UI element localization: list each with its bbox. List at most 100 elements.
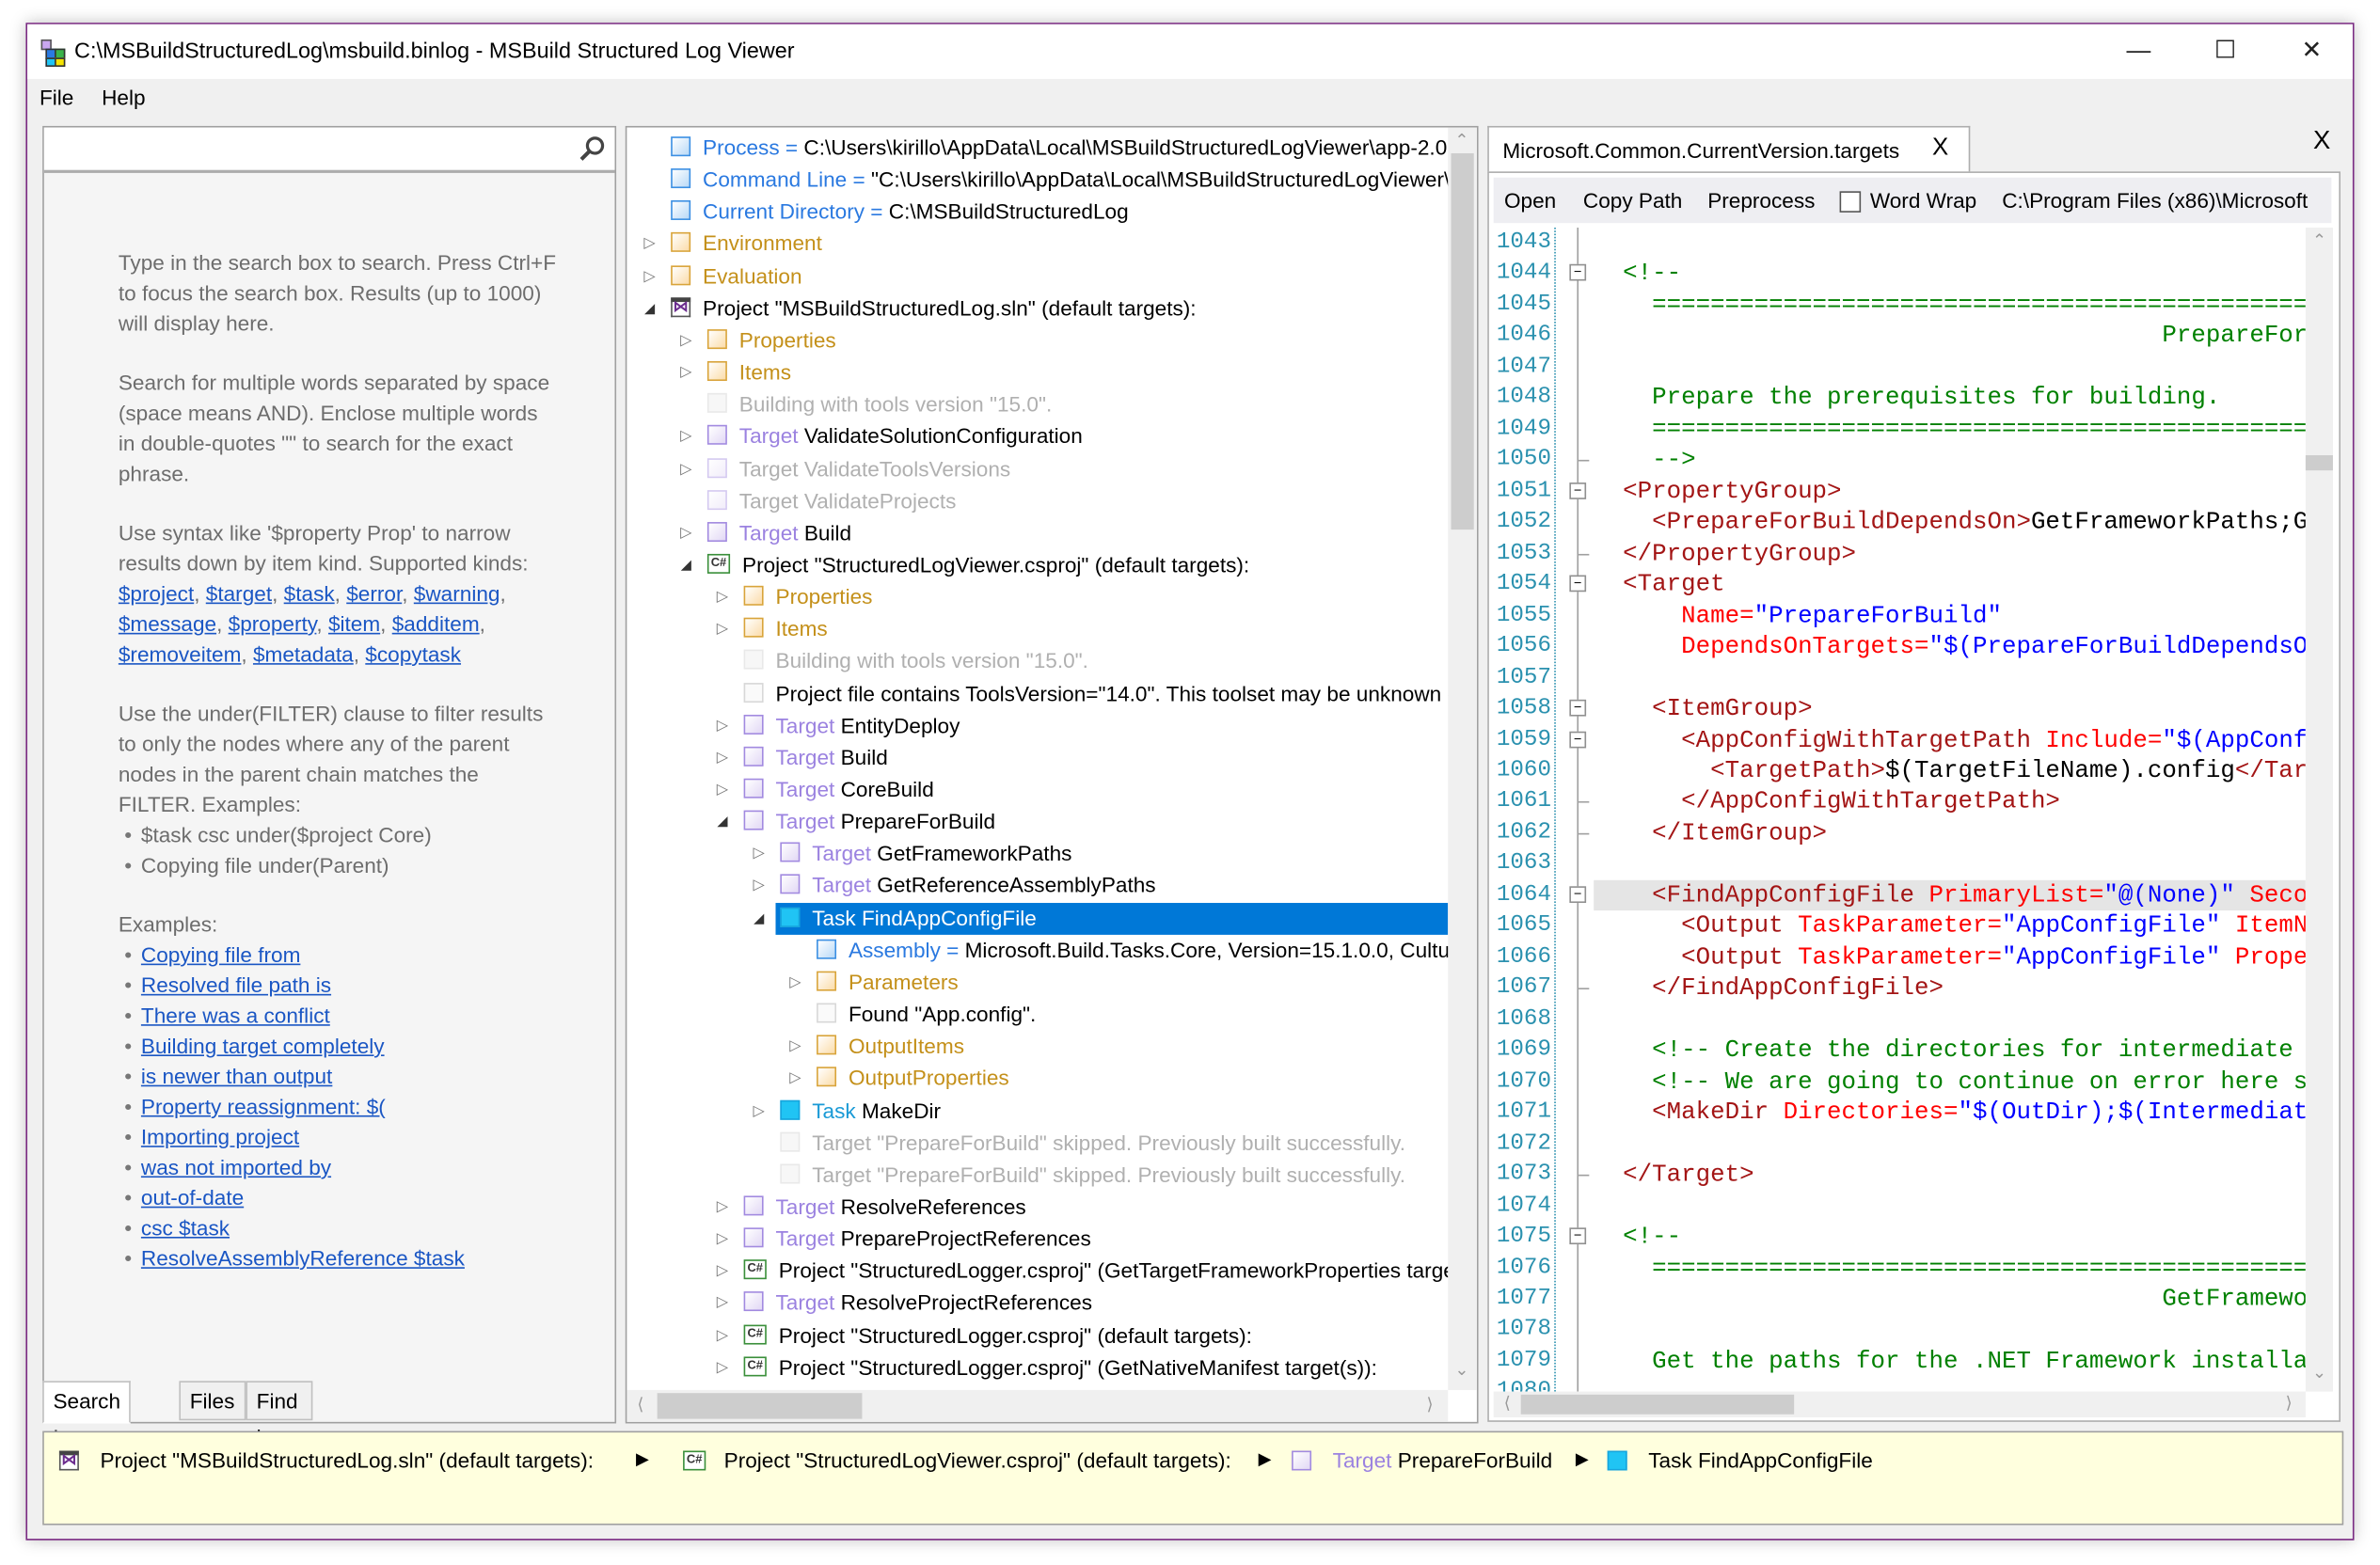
breadcrumb-item[interactable]: Target PrepareForBuild bbox=[1292, 1446, 1552, 1474]
collapsed-arrow-icon[interactable]: ▷ bbox=[678, 453, 693, 485]
tree-node[interactable]: Current Directory = C:\MSBuildStructured… bbox=[627, 197, 1448, 229]
collapsed-arrow-icon[interactable]: ▷ bbox=[715, 1320, 730, 1352]
tree-node[interactable]: ▷ Items bbox=[627, 613, 1448, 645]
tab-files[interactable]: Files bbox=[179, 1381, 246, 1421]
word-wrap-label[interactable]: Word Wrap bbox=[1870, 188, 1976, 213]
expanded-arrow-icon[interactable]: ◢ bbox=[643, 292, 658, 324]
fold-collapse-icon[interactable]: − bbox=[1569, 1227, 1587, 1245]
fold-collapse-icon[interactable]: − bbox=[1569, 730, 1587, 748]
collapsed-arrow-icon[interactable]: ▷ bbox=[715, 1256, 730, 1288]
collapsed-arrow-icon[interactable]: ▷ bbox=[752, 838, 767, 870]
scrollbar-thumb[interactable] bbox=[2305, 455, 2333, 471]
tree-node[interactable]: ▷ Target GetFrameworkPaths bbox=[627, 838, 1448, 870]
collapsed-arrow-icon[interactable]: ▷ bbox=[787, 967, 802, 999]
tree-node[interactable]: Found "App.config". bbox=[627, 999, 1448, 1031]
copy-path-button[interactable]: Copy Path bbox=[1583, 188, 1682, 213]
collapsed-arrow-icon[interactable]: ▷ bbox=[678, 356, 693, 388]
fold-collapse-icon[interactable]: − bbox=[1569, 482, 1587, 499]
tree-node[interactable]: ▷ Target ResolveProjectReferences bbox=[627, 1288, 1448, 1320]
tree-node[interactable]: ◢ ⋈ Project "MSBuildStructuredLog.sln" (de… bbox=[627, 292, 1448, 324]
tree-node[interactable]: ▷ OutputProperties bbox=[627, 1063, 1448, 1095]
tree-node[interactable]: ▷ Target ValidateToolsVersions bbox=[627, 453, 1448, 485]
tree-node[interactable]: ▷ Parameters bbox=[627, 967, 1448, 999]
document-tab[interactable]: Microsoft.Common.CurrentVersion.targets … bbox=[1487, 125, 1971, 173]
breadcrumb-separator-icon[interactable]: ▶ bbox=[636, 1446, 649, 1474]
expanded-arrow-icon[interactable]: ◢ bbox=[752, 902, 767, 934]
fold-collapse-icon[interactable]: − bbox=[1569, 264, 1587, 282]
collapsed-arrow-icon[interactable]: ▷ bbox=[787, 1031, 802, 1063]
maximize-button[interactable]: ☐ bbox=[2195, 33, 2256, 70]
scroll-left-icon[interactable]: ⟨ bbox=[627, 1395, 654, 1414]
collapsed-arrow-icon[interactable]: ▷ bbox=[715, 581, 730, 613]
tree-node[interactable]: ▷ Target ResolveReferences bbox=[627, 1191, 1448, 1223]
tree-node[interactable]: Building with tools version "15.0". bbox=[627, 388, 1448, 420]
scrollbar-thumb[interactable] bbox=[1520, 1394, 1795, 1415]
tree-node[interactable]: Target "PrepareForBuild" skipped. Previo… bbox=[627, 1159, 1448, 1191]
tree-node[interactable]: ▷ C# Project "StructuredLogger.csproj" (Ge… bbox=[627, 1352, 1448, 1383]
expanded-arrow-icon[interactable]: ◢ bbox=[678, 549, 693, 581]
close-button[interactable]: ✕ bbox=[2281, 33, 2342, 70]
tree-vertical-scrollbar[interactable]: ⌃ ⌄ bbox=[1448, 127, 1477, 1390]
search-kind-link[interactable]: $task bbox=[284, 581, 335, 606]
example-link[interactable]: Resolved file path is bbox=[141, 972, 331, 997]
scrollbar-thumb[interactable] bbox=[1451, 152, 1474, 530]
search-kind-link[interactable]: $metadata bbox=[253, 642, 354, 667]
search-kind-link[interactable]: $warning bbox=[414, 581, 500, 606]
search-icon[interactable] bbox=[579, 135, 606, 163]
editor-vertical-scrollbar[interactable]: ⌃ ⌄ bbox=[2305, 228, 2333, 1392]
collapsed-arrow-icon[interactable]: ▷ bbox=[715, 1288, 730, 1320]
tree-node[interactable]: ◢ C# Project "StructuredLogViewer.csproj" … bbox=[627, 549, 1448, 581]
fold-collapse-icon[interactable]: − bbox=[1569, 699, 1587, 717]
example-link[interactable]: is newer than output bbox=[141, 1064, 332, 1088]
open-button[interactable]: Open bbox=[1504, 188, 1556, 213]
minimize-button[interactable]: — bbox=[2108, 33, 2169, 70]
word-wrap-checkbox[interactable] bbox=[1839, 191, 1862, 213]
search-kind-link[interactable]: $removeitem bbox=[119, 642, 242, 667]
search-kind-link[interactable]: $error bbox=[346, 581, 402, 606]
collapsed-arrow-icon[interactable]: ▷ bbox=[752, 870, 767, 902]
scrollbar-thumb[interactable] bbox=[657, 1393, 863, 1419]
fold-collapse-icon[interactable]: − bbox=[1569, 575, 1587, 593]
collapsed-arrow-icon[interactable]: ▷ bbox=[715, 1191, 730, 1223]
breadcrumb-separator-icon[interactable]: ▶ bbox=[1576, 1446, 1589, 1474]
tab-search-log[interactable]: Search Log bbox=[42, 1381, 132, 1449]
search-input[interactable] bbox=[47, 130, 570, 167]
search-kind-link[interactable]: $property bbox=[229, 611, 317, 636]
tree-node[interactable]: Target ValidateProjects bbox=[627, 485, 1448, 517]
collapsed-arrow-icon[interactable]: ▷ bbox=[715, 1224, 730, 1256]
collapsed-arrow-icon[interactable]: ▷ bbox=[643, 229, 658, 261]
example-link[interactable]: out-of-date bbox=[141, 1185, 244, 1209]
breadcrumb-item[interactable]: C# Project "StructuredLogViewer.csproj" (… bbox=[683, 1446, 1231, 1474]
tree-node[interactable]: Target "PrepareForBuild" skipped. Previo… bbox=[627, 1127, 1448, 1159]
tree-node[interactable]: ▷ Properties bbox=[627, 324, 1448, 356]
search-kind-link[interactable]: $copytask bbox=[365, 642, 461, 667]
scroll-right-icon[interactable]: ⟩ bbox=[2276, 1393, 2303, 1413]
collapsed-arrow-icon[interactable]: ▷ bbox=[715, 1352, 730, 1383]
scroll-down-icon[interactable]: ⌄ bbox=[1448, 1360, 1475, 1379]
collapsed-arrow-icon[interactable]: ▷ bbox=[643, 261, 658, 292]
tree-node[interactable]: ▷ Target ValidateSolutionConfiguration bbox=[627, 420, 1448, 452]
tree-node[interactable]: Building with tools version "15.0". bbox=[627, 645, 1448, 677]
collapsed-arrow-icon[interactable]: ▷ bbox=[787, 1063, 802, 1095]
tree-node[interactable]: Process = C:\Users\kirillo\AppData\Local… bbox=[627, 132, 1448, 164]
collapsed-arrow-icon[interactable]: ▷ bbox=[715, 774, 730, 806]
example-link[interactable]: csc $task bbox=[141, 1215, 230, 1240]
tree-node[interactable]: ▷ Items bbox=[627, 356, 1448, 388]
example-link[interactable]: Copying file from bbox=[141, 942, 300, 967]
tree-node[interactable]: ▷ Target PrepareProjectReferences bbox=[627, 1224, 1448, 1256]
menu-help[interactable]: Help bbox=[102, 85, 145, 109]
tree-node[interactable]: ▷ Target Build bbox=[627, 742, 1448, 774]
search-kind-link[interactable]: $item bbox=[328, 611, 380, 636]
tree-node[interactable]: ▷ C# Project "StructuredLogger.csproj" (Ge… bbox=[627, 1256, 1448, 1288]
scroll-down-icon[interactable]: ⌄ bbox=[2306, 1363, 2333, 1383]
tree-node[interactable]: ▷ C# Project "StructuredLogger.csproj" (de… bbox=[627, 1320, 1448, 1352]
scroll-right-icon[interactable]: ⟩ bbox=[1416, 1395, 1443, 1414]
tree-node[interactable]: ◢ Target PrepareForBuild bbox=[627, 806, 1448, 838]
close-panel-icon[interactable]: X bbox=[2313, 126, 2330, 156]
search-kind-link[interactable]: $target bbox=[206, 581, 272, 606]
expanded-arrow-icon[interactable]: ◢ bbox=[715, 806, 730, 838]
search-kind-link[interactable]: $message bbox=[119, 611, 216, 636]
code-view[interactable]: 1043 1044− <!-- 1045 =====================… bbox=[1493, 228, 2306, 1392]
tree-node[interactable]: ▷ Evaluation bbox=[627, 261, 1448, 292]
collapsed-arrow-icon[interactable]: ▷ bbox=[678, 517, 693, 549]
